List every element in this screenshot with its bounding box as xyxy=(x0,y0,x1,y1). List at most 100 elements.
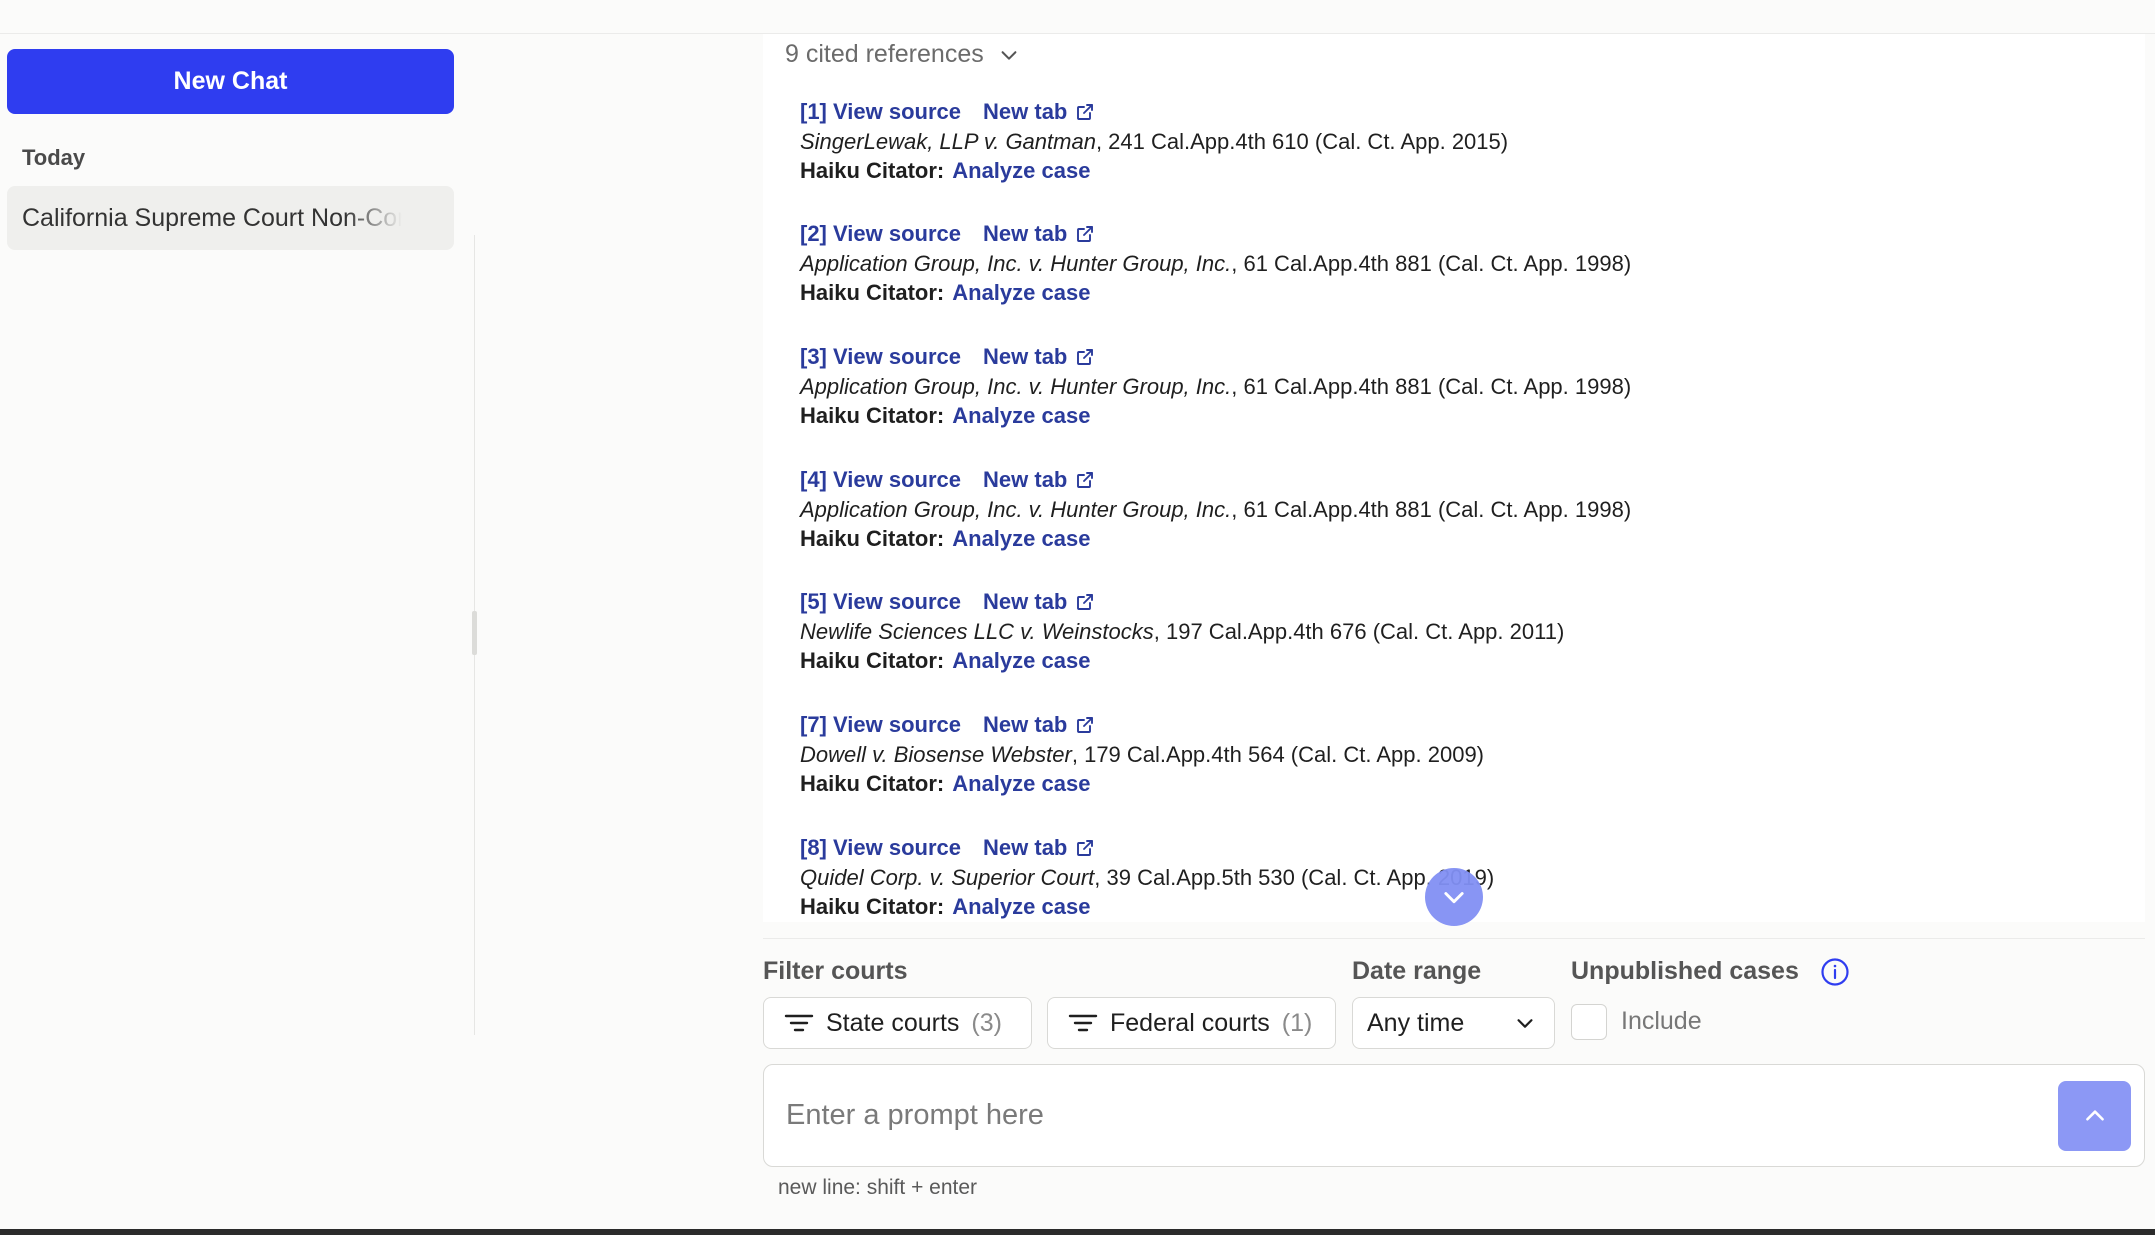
case-cite: , 179 Cal.App.4th 564 (Cal. Ct. App. 200… xyxy=(1071,742,1485,767)
date-range-select[interactable]: Any time xyxy=(1352,997,1555,1049)
federal-courts-count: (1) xyxy=(1281,1008,1313,1037)
case-citation: Dowell v. Biosense Webster, 179 Cal.App.… xyxy=(800,740,2100,769)
case-name: Application Group, Inc. v. Hunter Group,… xyxy=(800,497,1232,522)
citator-label: Haiku Citator: xyxy=(800,771,945,796)
history-item-title: California Supreme Court Non-Compete xyxy=(22,203,402,232)
external-link-icon xyxy=(1077,840,1094,856)
state-courts-count: (3) xyxy=(971,1008,1002,1037)
include-label: Include xyxy=(1621,1007,1702,1035)
new-tab-link[interactable]: New tab xyxy=(983,589,1095,615)
citator-label: Haiku Citator: xyxy=(800,280,945,305)
analyze-case-link[interactable]: Analyze case xyxy=(952,158,1090,183)
new-tab-label: New tab xyxy=(983,344,1068,369)
view-source-label: View source xyxy=(833,221,962,246)
analyze-case-link[interactable]: Analyze case xyxy=(952,648,1090,673)
prompt-input[interactable] xyxy=(786,1065,2026,1165)
view-source-label: View source xyxy=(833,467,962,492)
citator-row: Haiku Citator: Analyze case xyxy=(800,646,2100,675)
reference-number: [2] xyxy=(800,221,827,246)
new-tab-link[interactable]: New tab xyxy=(983,99,1095,125)
state-courts-button[interactable]: State courts (3) xyxy=(763,997,1032,1049)
include-unpublished-checkbox[interactable] xyxy=(1571,1004,1607,1040)
external-link-icon xyxy=(1077,349,1094,365)
new-tab-link[interactable]: New tab xyxy=(983,221,1095,247)
view-source-link[interactable]: [2] View source xyxy=(800,221,961,247)
state-courts-label: State courts xyxy=(826,1008,960,1037)
new-tab-label: New tab xyxy=(983,221,1068,246)
sidebar xyxy=(0,34,475,1034)
citator-label: Haiku Citator: xyxy=(800,894,945,919)
chevron-down-icon xyxy=(1517,1019,1533,1028)
citator-row: Haiku Citator: Analyze case xyxy=(800,156,2100,185)
case-name: SingerLewak, LLP v. Gantman xyxy=(800,129,1096,154)
newline-hint: new line: shift + enter xyxy=(778,1176,978,1199)
reference-number: [7] xyxy=(800,712,827,737)
content-divider xyxy=(763,938,2145,939)
view-source-link[interactable]: [1] View source xyxy=(800,99,961,125)
cited-references-toggle[interactable]: 9 cited references xyxy=(785,40,1020,69)
filter-courts-label: Filter courts xyxy=(763,957,908,985)
analyze-case-link[interactable]: Analyze case xyxy=(952,280,1090,305)
view-source-link[interactable]: [4] View source xyxy=(800,467,961,493)
case-citation: Application Group, Inc. v. Hunter Group,… xyxy=(800,372,2100,401)
new-tab-link[interactable]: New tab xyxy=(983,344,1095,370)
analyze-case-link[interactable]: Analyze case xyxy=(952,526,1090,551)
send-button[interactable] xyxy=(2058,1081,2131,1151)
case-citation: Application Group, Inc. v. Hunter Group,… xyxy=(800,249,2100,278)
info-icon[interactable] xyxy=(1820,957,1850,987)
sidebar-resize-handle[interactable] xyxy=(472,611,477,655)
cited-references-label: 9 cited references xyxy=(785,40,984,68)
reference-number: [4] xyxy=(800,467,827,492)
case-name: Application Group, Inc. v. Hunter Group,… xyxy=(800,374,1232,399)
reference-item: [3] View source New tab Application Group,… xyxy=(800,342,2100,430)
reference-item: [4] View source New tab Application Group,… xyxy=(800,465,2100,553)
external-link-icon xyxy=(1077,717,1094,733)
new-tab-link[interactable]: New tab xyxy=(983,835,1095,861)
new-tab-label: New tab xyxy=(983,589,1068,614)
analyze-case-link[interactable]: Analyze case xyxy=(952,894,1090,919)
reference-item: [5] View source New tab Newlife Sciences L… xyxy=(800,587,2100,675)
new-tab-label: New tab xyxy=(983,99,1068,124)
case-citation: SingerLewak, LLP v. Gantman, 241 Cal.App… xyxy=(800,127,2100,156)
chevron-up-icon xyxy=(2085,1110,2104,1121)
view-source-link[interactable]: [3] View source xyxy=(800,344,961,370)
reference-links: [7] View source New tab xyxy=(800,710,2100,740)
federal-courts-button[interactable]: Federal courts (1) xyxy=(1047,997,1336,1049)
new-tab-label: New tab xyxy=(983,467,1068,492)
scroll-to-bottom-button[interactable] xyxy=(1425,868,1483,926)
top-bar xyxy=(0,0,2155,34)
bottom-bar xyxy=(0,1229,2155,1235)
reference-number: [8] xyxy=(800,835,827,860)
analyze-case-link[interactable]: Analyze case xyxy=(952,403,1090,428)
new-tab-link[interactable]: New tab xyxy=(983,467,1095,493)
new-chat-button[interactable]: New Chat xyxy=(7,49,454,114)
external-link-icon xyxy=(1077,104,1094,120)
citator-label: Haiku Citator: xyxy=(800,526,945,551)
view-source-label: View source xyxy=(833,712,962,737)
new-tab-link[interactable]: New tab xyxy=(983,712,1095,738)
chevron-down-icon xyxy=(1001,50,1017,60)
case-name: Newlife Sciences LLC v. Weinstocks xyxy=(800,619,1154,644)
reference-links: [3] View source New tab xyxy=(800,342,2100,372)
citator-label: Haiku Citator: xyxy=(800,648,945,673)
unpublished-cases-label: Unpublished cases xyxy=(1571,957,1799,985)
case-cite: , 61 Cal.App.4th 881 (Cal. Ct. App. 1998… xyxy=(1231,374,1632,399)
view-source-link[interactable]: [7] View source xyxy=(800,712,961,738)
history-item[interactable]: California Supreme Court Non-Compete xyxy=(7,186,454,250)
chevron-down-icon xyxy=(1444,892,1464,904)
case-citation: Application Group, Inc. v. Hunter Group,… xyxy=(800,495,2100,524)
new-tab-label: New tab xyxy=(983,712,1068,737)
reference-links: [8] View source New tab xyxy=(800,833,2100,863)
reference-number: [3] xyxy=(800,344,827,369)
view-source-link[interactable]: [5] View source xyxy=(800,589,961,615)
analyze-case-link[interactable]: Analyze case xyxy=(952,771,1090,796)
case-citation: Newlife Sciences LLC v. Weinstocks, 197 … xyxy=(800,617,2100,646)
view-source-link[interactable]: [8] View source xyxy=(800,835,961,861)
reference-item: [7] View source New tab Dowell v. Biosense… xyxy=(800,710,2100,798)
reference-item: [2] View source New tab Application Group,… xyxy=(800,219,2100,307)
view-source-label: View source xyxy=(833,589,962,614)
external-link-icon xyxy=(1077,226,1094,242)
filter-icon xyxy=(1068,1014,1098,1032)
federal-courts-label: Federal courts xyxy=(1110,1008,1270,1037)
case-name: Application Group, Inc. v. Hunter Group,… xyxy=(800,251,1232,276)
